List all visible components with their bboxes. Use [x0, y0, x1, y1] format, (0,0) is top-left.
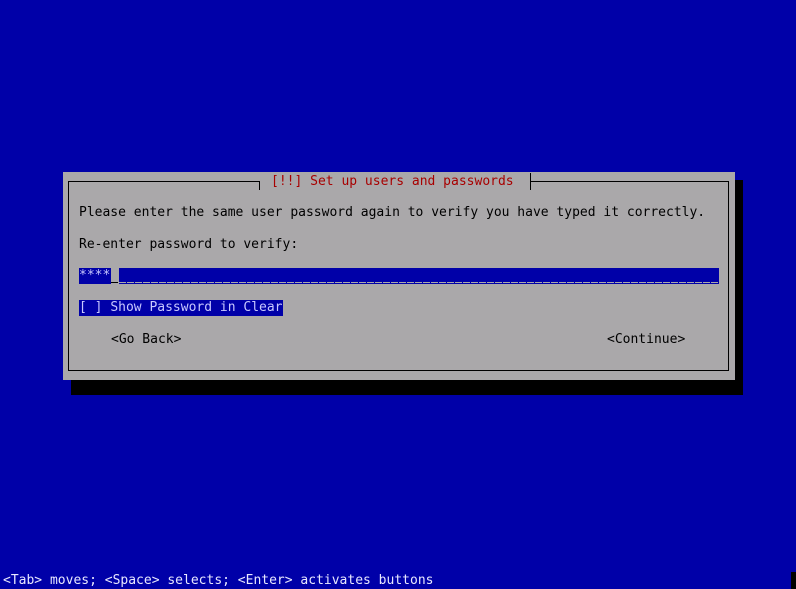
title-right-tick — [530, 173, 531, 190]
dialog-title: [!!] Set up users and passwords — [271, 174, 514, 189]
go-back-button[interactable]: <Go Back> — [111, 332, 181, 348]
status-corner-block — [791, 572, 796, 589]
checkbox-label: Show Password in Clear — [110, 300, 283, 315]
dialog-title-bar: [!!] Set up users and passwords — [259, 173, 531, 190]
password-verify-input[interactable]: **** — [79, 268, 719, 284]
help-status-bar: <Tab> moves; <Space> selects; <Enter> ac… — [0, 572, 796, 589]
keyboard-help-text: <Tab> moves; <Space> selects; <Enter> ac… — [3, 573, 434, 588]
continue-button[interactable]: <Continue> — [607, 332, 685, 348]
reenter-password-label: Re-enter password to verify: — [79, 237, 299, 252]
show-password-checkbox[interactable]: [ ] Show Password in Clear — [79, 300, 283, 316]
password-cursor — [111, 268, 119, 284]
checkbox-state: [ ] — [79, 300, 103, 315]
setup-users-dialog: [!!] Set up users and passwords Please e… — [63, 172, 735, 380]
title-left-tick — [259, 181, 260, 190]
verify-prompt-text: Please enter the same user password agai… — [79, 205, 706, 220]
password-masked-value: **** — [79, 268, 111, 284]
password-field-underline — [119, 282, 719, 283]
